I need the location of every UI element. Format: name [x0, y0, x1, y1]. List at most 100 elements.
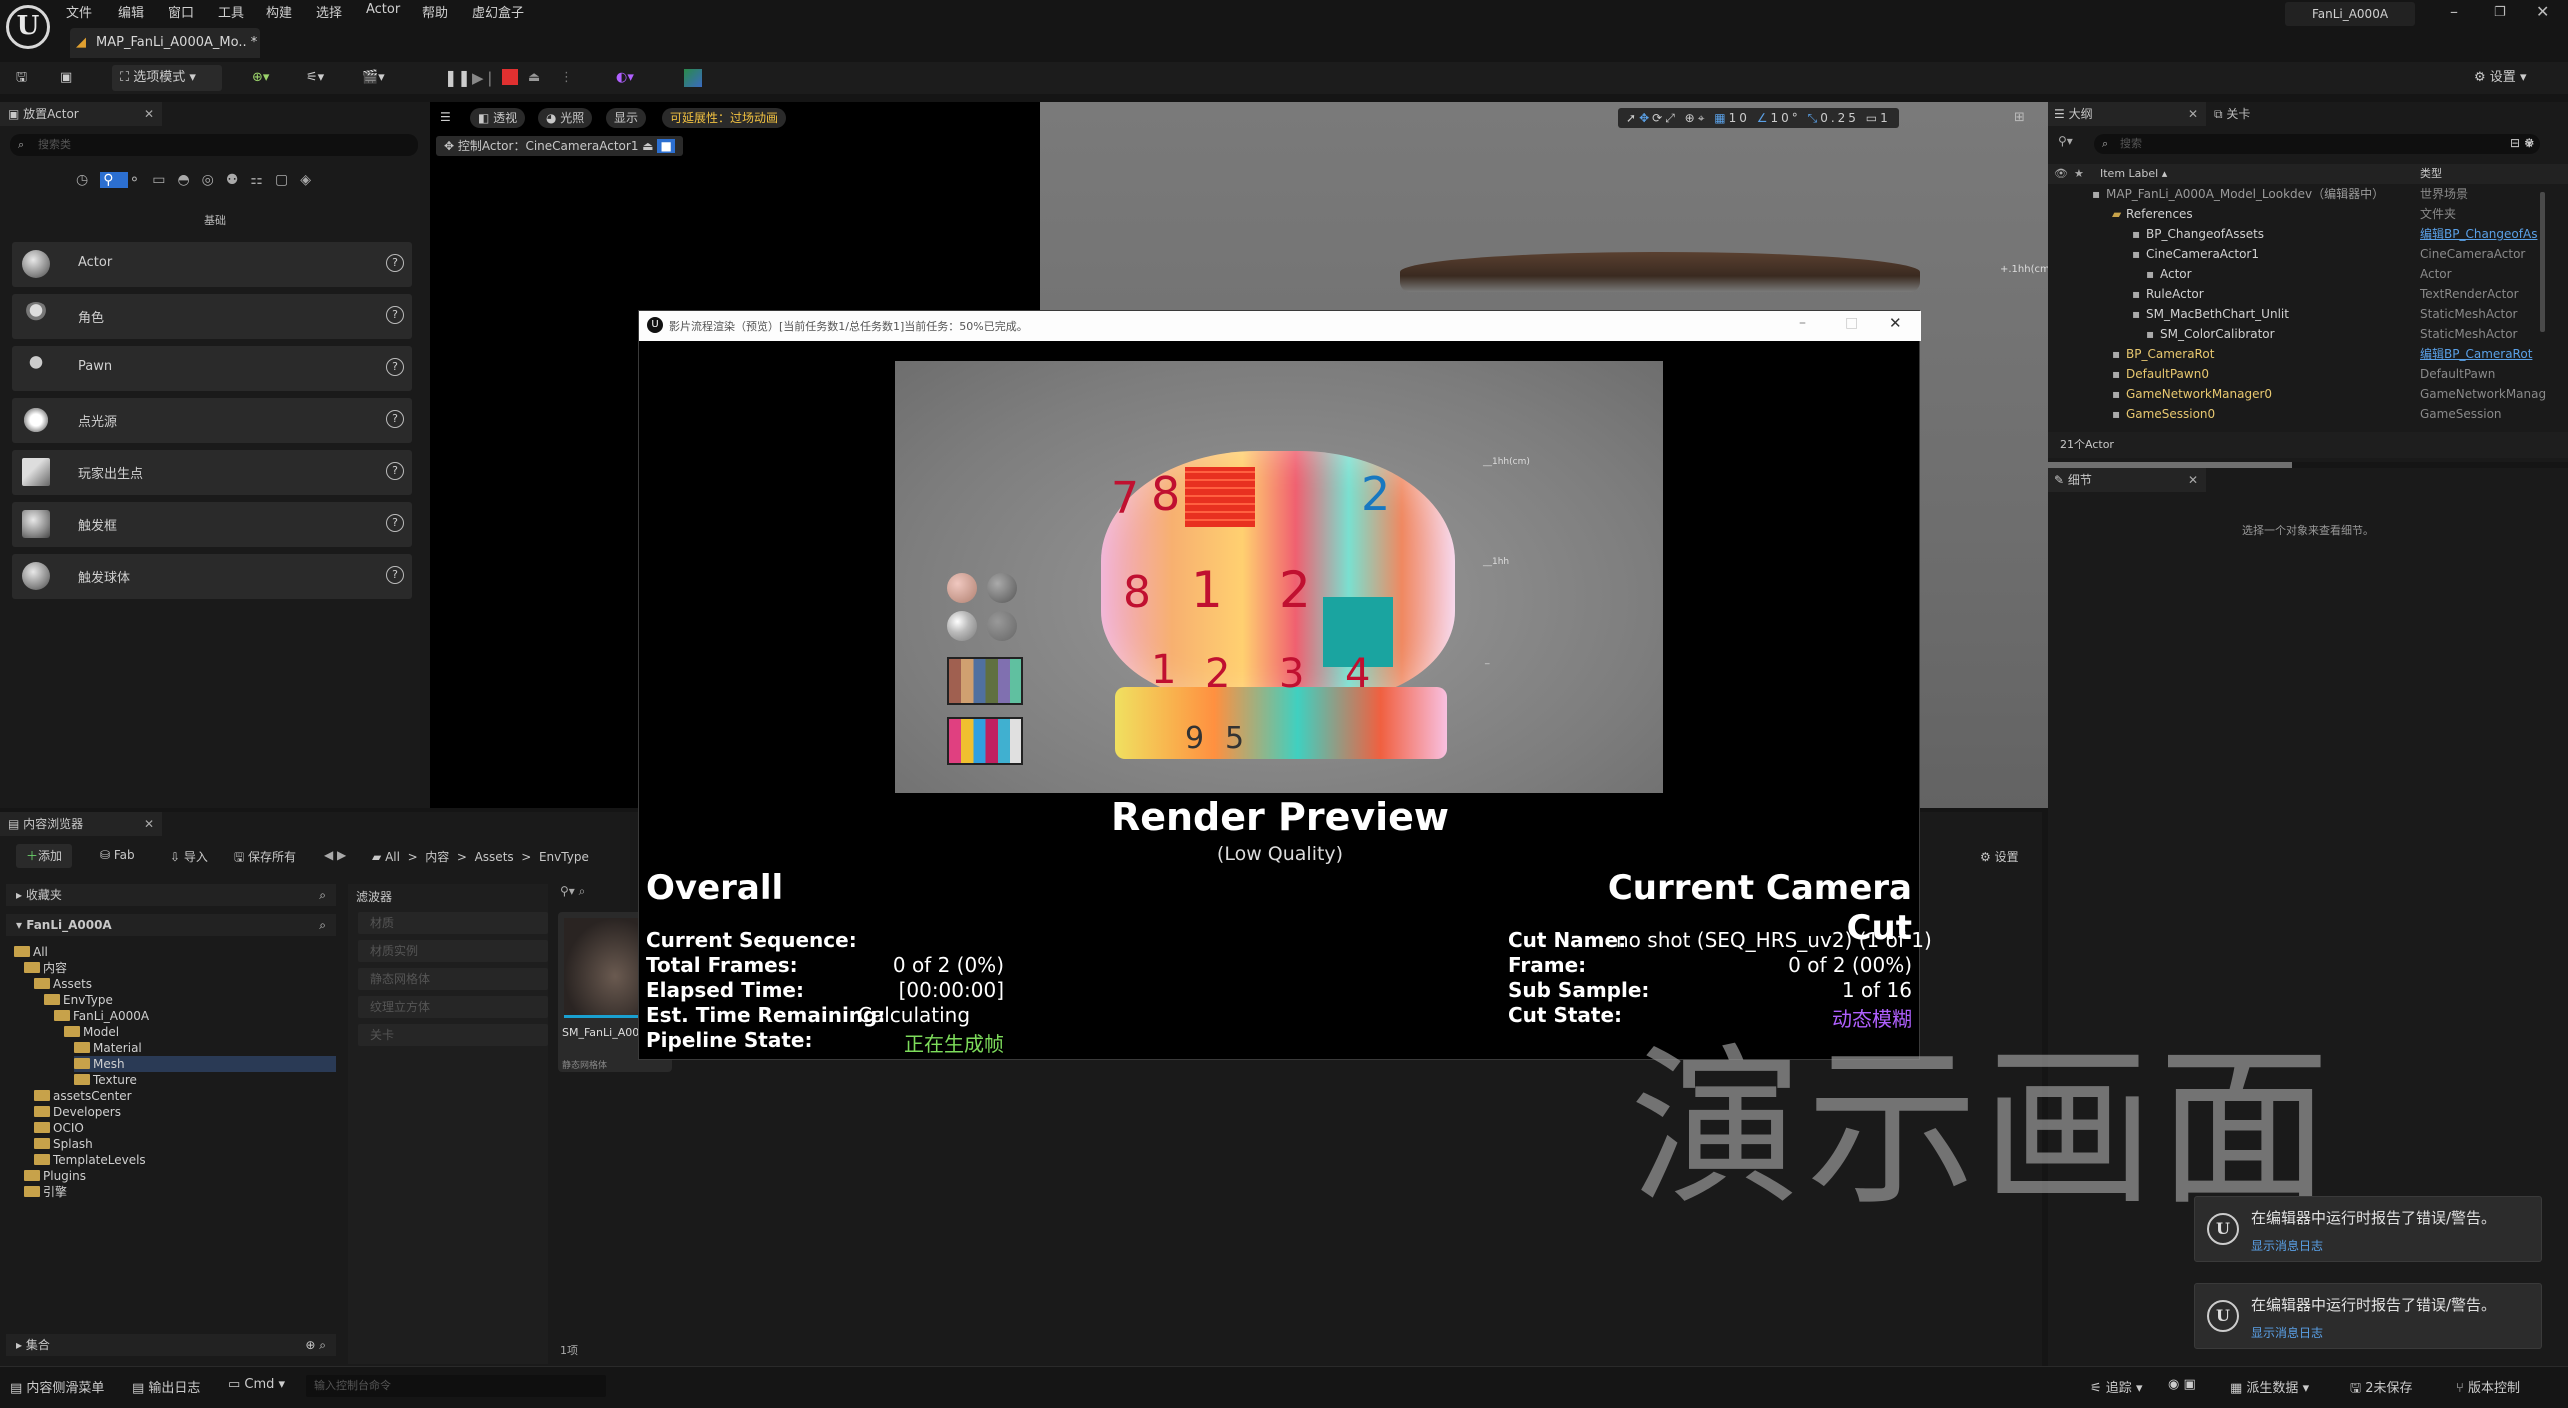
levels-tab[interactable]: ⧉ 关卡	[2214, 102, 2250, 126]
folder-tree-item[interactable]: 内容	[24, 960, 67, 976]
transform-tools[interactable]: ➚✥⟳⤢ ⊕⌖ ▦10 ∠10° ⤡0.25 ▭1	[1618, 108, 1899, 128]
menu-select[interactable]: 选择	[316, 2, 342, 21]
show-message-log-link[interactable]: 显示消息日志	[2251, 1324, 2323, 1341]
col-item-label[interactable]: Item Label ▴	[2100, 164, 2167, 184]
outliner-row[interactable]: ▪ DefaultPawn0 DefaultPawn	[2048, 364, 2568, 384]
outliner-row[interactable]: ▪ SM_MacBethChart_Unlit StaticMeshActor	[2048, 304, 2568, 324]
outliner-row-type[interactable]: 编辑BP_ChangeofAs	[2420, 224, 2537, 244]
cinematics-icon[interactable]: 🎬▾	[362, 65, 385, 91]
outliner-row[interactable]: ▪ BP_CameraRot 编辑BP_CameraRot	[2048, 344, 2568, 364]
folder-tree-item[interactable]: FanLi_A000A	[54, 1008, 149, 1024]
trace-button[interactable]: ⚟ 追踪 ▾	[2090, 1377, 2142, 1396]
level-tab[interactable]: ◢ MAP_FanLi_A000A_Mo.. *	[70, 28, 260, 58]
menu-tools[interactable]: 工具	[218, 2, 244, 21]
step-icon[interactable]: ▶❘	[472, 65, 496, 91]
folder-tree-item[interactable]: All	[14, 944, 48, 960]
category-icons[interactable]: ◷ ⚲ ⚬▭◓◎⚉⚏▢◈	[76, 172, 323, 188]
version-control-button[interactable]: ⑂ 版本控制	[2456, 1377, 2520, 1396]
folder-tree-item[interactable]: TemplateLevels	[34, 1152, 146, 1168]
pilot-actor-bar[interactable]: ✥ 控制Actor：CineCameraActor1 ⏏ ■	[436, 136, 683, 156]
error-toast[interactable]: U 在编辑器中运行时报告了错误/警告。 显示消息日志	[2194, 1283, 2542, 1349]
folder-tree-item[interactable]: Splash	[34, 1136, 93, 1152]
settings-button[interactable]: ⚙ 设置 ▾	[2474, 65, 2526, 91]
filter-material[interactable]: 材质	[358, 912, 548, 934]
filter-texture-cube[interactable]: 纹理立方体	[358, 996, 548, 1018]
maximize-icon[interactable]: ❐	[2494, 5, 2506, 20]
search-input[interactable]: ⌕ 搜索类	[10, 134, 418, 156]
play-options-icon[interactable]: ⋮	[560, 65, 573, 91]
details-tab[interactable]: ✎ 细节 ✕	[2048, 468, 2206, 492]
history-nav[interactable]: ◀ ▶	[324, 848, 346, 862]
outliner-row[interactable]: ▪ GameSession0 GameSession	[2048, 404, 2568, 424]
content-browser-tab[interactable]: ▤ 内容浏览器 ✕	[0, 812, 162, 836]
add-actor-icon[interactable]: ⊕▾	[252, 65, 269, 91]
menu-window[interactable]: 窗口	[168, 2, 194, 21]
add-folder-icon[interactable]: ⊟ ⚙	[2510, 136, 2535, 150]
mode-select[interactable]: ⛶ 选项模式 ▾	[112, 65, 222, 91]
folder-tree-item[interactable]: Mesh	[74, 1056, 336, 1072]
hamburger-icon[interactable]: ☰	[440, 110, 451, 124]
project-header[interactable]: ▾ FanLi_A000A ⌕	[6, 914, 336, 936]
filter-level[interactable]: 关卡	[358, 1024, 548, 1046]
menu-edit[interactable]: 编辑	[118, 2, 144, 21]
cmd-dropdown[interactable]: ▭ Cmd ▾	[228, 1377, 285, 1392]
menu-actor[interactable]: Actor	[366, 2, 400, 17]
close-icon[interactable]: ✕	[2536, 2, 2549, 21]
actor-item-point-light[interactable]: 点光源?	[12, 398, 412, 443]
outliner-tab[interactable]: ☰ 大纲 ✕	[2048, 102, 2206, 126]
fab-button[interactable]: ⛁ Fab	[100, 848, 135, 862]
blueprint-icon[interactable]: ⚟▾	[306, 65, 324, 91]
launcher-icon[interactable]	[684, 69, 702, 87]
filter-icon[interactable]: ⚲▾	[2058, 134, 2073, 148]
crumb[interactable]: Assets	[475, 850, 514, 864]
save-all-button[interactable]: 🖫 保存所有	[234, 848, 296, 869]
platforms-icon[interactable]: ◐▾	[616, 65, 634, 91]
outliner-row[interactable]: ▪ BP_ChangeofAssets 编辑BP_ChangeofAs	[2048, 224, 2568, 244]
scalability-button[interactable]: 可延展性：过场动画	[662, 108, 787, 128]
outliner-row-type[interactable]: 编辑BP_CameraRot	[2420, 344, 2532, 364]
favorites-header[interactable]: ▸ 收藏夹 ⌕	[6, 884, 336, 906]
folder-tree-item[interactable]: OCIO	[34, 1120, 84, 1136]
output-log-button[interactable]: ▤ 输出日志	[132, 1377, 200, 1396]
error-toast[interactable]: U 在编辑器中运行时报告了错误/警告。 显示消息日志	[2194, 1196, 2542, 1262]
actor-item-pawn[interactable]: Pawn?	[12, 346, 412, 391]
maximize-icon[interactable]: □	[1845, 315, 1858, 331]
menu-build[interactable]: 构建	[266, 2, 292, 21]
render-window-titlebar[interactable]: U 影片流程渲染（预览）[当前任务数1/总任务数1]当前任务：50%已完成。 –…	[639, 311, 1921, 341]
stop-icon[interactable]	[502, 69, 518, 85]
minimize-icon[interactable]: –	[1799, 315, 1806, 331]
minimize-icon[interactable]: –	[2450, 2, 2458, 21]
path-breadcrumb[interactable]: ▰ All > 内容 > Assets > EnvType	[372, 848, 589, 865]
folder-tree-item[interactable]: Developers	[34, 1104, 121, 1120]
layout-icon[interactable]: ⊞	[2014, 110, 2025, 125]
close-icon[interactable]: ✕	[1889, 314, 1902, 332]
import-button[interactable]: ⇩ 导入	[170, 848, 208, 865]
content-icon[interactable]: ▣	[60, 65, 72, 91]
actor-item-trigger-box[interactable]: 触发框?	[12, 502, 412, 547]
folder-tree-item[interactable]: Texture	[74, 1072, 137, 1088]
actor-item-trigger-sphere[interactable]: 触发球体?	[12, 554, 412, 599]
folder-tree-item[interactable]: Model	[64, 1024, 119, 1040]
folder-tree-item[interactable]: 引擎	[24, 1184, 67, 1200]
place-actors-tab[interactable]: ▣ 放置Actor ✕	[0, 102, 162, 126]
actor-item-player-start[interactable]: 玩家出生点?	[12, 450, 412, 495]
outliner-row[interactable]: ▪ GameNetworkManager0 GameNetworkManag	[2048, 384, 2568, 404]
derived-data-button[interactable]: ▦ 派生数据 ▾	[2230, 1377, 2309, 1396]
filter-static-mesh[interactable]: 静态网格体	[358, 968, 548, 990]
show-message-log-link[interactable]: 显示消息日志	[2251, 1237, 2323, 1254]
filter-material-instance[interactable]: 材质实例	[358, 940, 548, 962]
outliner-scrollbar[interactable]	[2540, 192, 2545, 332]
unsaved-button[interactable]: 🖫 2未保存	[2350, 1377, 2413, 1401]
col-type[interactable]: 类型	[2420, 164, 2442, 184]
unreal-logo-icon[interactable]: U	[6, 5, 50, 49]
console-input[interactable]: 输入控制台命令	[306, 1375, 606, 1397]
menu-file[interactable]: 文件	[66, 2, 92, 21]
pause-icon[interactable]: ❚❚	[444, 65, 471, 91]
save-icon[interactable]: 🖫	[16, 65, 27, 91]
content-drawer-button[interactable]: ▤ 内容侧滑菜单	[10, 1377, 104, 1396]
folder-tree-item[interactable]: EnvType	[44, 992, 113, 1008]
crumb[interactable]: 内容	[425, 850, 449, 864]
outliner-row[interactable]: ▪ Actor Actor	[2048, 264, 2568, 284]
folder-tree-item[interactable]: Material	[74, 1040, 142, 1056]
outliner-row[interactable]: ▪ SM_ColorCalibrator StaticMeshActor	[2048, 324, 2568, 344]
